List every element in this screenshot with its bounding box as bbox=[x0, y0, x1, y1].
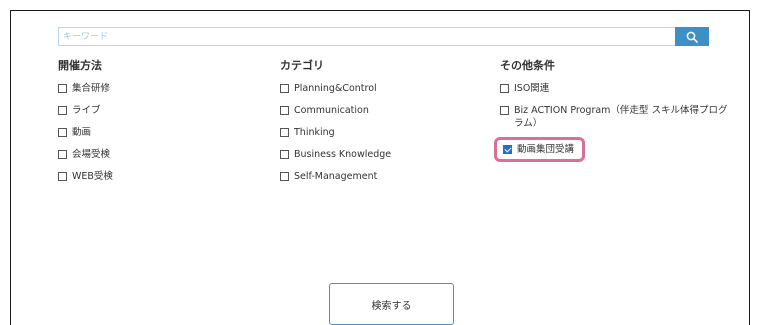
option-communication[interactable]: Communication bbox=[280, 104, 490, 117]
option-venue-exam[interactable]: 会場受検 bbox=[58, 148, 268, 161]
option-label: ISO関連 bbox=[514, 83, 550, 94]
checkbox[interactable] bbox=[500, 106, 509, 115]
search-button[interactable] bbox=[675, 27, 709, 46]
filter-column-other: その他条件 ISO関連 Biz ACTION Program（伴走型 スキル体得… bbox=[494, 58, 730, 171]
option-video[interactable]: 動画 bbox=[58, 126, 268, 139]
column-heading-format: 開催方法 bbox=[58, 59, 102, 72]
option-business-knowledge[interactable]: Business Knowledge bbox=[280, 148, 490, 161]
option-label: 集合研修 bbox=[72, 83, 111, 94]
option-iso[interactable]: ISO関連 bbox=[500, 82, 730, 95]
option-live[interactable]: ライブ bbox=[58, 104, 268, 117]
checkbox[interactable] bbox=[500, 84, 509, 93]
option-planning-control[interactable]: Planning&Control bbox=[280, 82, 490, 95]
checkbox[interactable] bbox=[58, 172, 67, 181]
option-label: Biz ACTION Program（伴走型 スキル体得プログラム） bbox=[514, 105, 728, 129]
keyword-search-input[interactable] bbox=[58, 27, 675, 46]
filter-column-category: カテゴリ Planning&Control Communication Thin… bbox=[280, 58, 490, 192]
option-label: Self-Management bbox=[294, 171, 378, 182]
option-video-group-viewing[interactable]: 動画集団受講 bbox=[494, 137, 586, 162]
option-thinking[interactable]: Thinking bbox=[280, 126, 490, 139]
option-label: WEB受検 bbox=[72, 171, 113, 182]
checkbox[interactable] bbox=[58, 84, 67, 93]
option-label: 動画 bbox=[72, 127, 92, 138]
checkbox[interactable] bbox=[280, 150, 289, 159]
checkbox[interactable] bbox=[58, 128, 67, 137]
checkbox[interactable] bbox=[58, 150, 67, 159]
option-label: 会場受検 bbox=[72, 149, 111, 160]
column-heading-category: カテゴリ bbox=[280, 59, 324, 72]
option-label: 動画集団受講 bbox=[517, 144, 575, 155]
option-label: ライブ bbox=[72, 105, 101, 116]
search-icon bbox=[686, 31, 698, 43]
option-web-exam[interactable]: WEB受検 bbox=[58, 170, 268, 183]
option-label: Communication bbox=[294, 105, 369, 116]
submit-search-button[interactable]: 検索する bbox=[329, 283, 454, 325]
filter-column-format: 開催方法 集合研修 ライブ 動画 会場受検 WEB受検 bbox=[58, 58, 268, 192]
checkbox[interactable] bbox=[280, 128, 289, 137]
checkbox[interactable] bbox=[280, 106, 289, 115]
checkbox[interactable] bbox=[280, 84, 289, 93]
column-heading-other: その他条件 bbox=[500, 59, 555, 72]
option-label: Planning&Control bbox=[294, 83, 377, 94]
option-label: Business Knowledge bbox=[294, 149, 392, 160]
search-bar bbox=[58, 27, 709, 46]
checkbox-checked[interactable] bbox=[503, 145, 512, 154]
option-group-training[interactable]: 集合研修 bbox=[58, 82, 268, 95]
checkbox[interactable] bbox=[58, 106, 67, 115]
option-self-management[interactable]: Self-Management bbox=[280, 170, 490, 183]
checkbox[interactable] bbox=[280, 172, 289, 181]
option-label: Thinking bbox=[294, 127, 335, 138]
option-biz-action-program[interactable]: Biz ACTION Program（伴走型 スキル体得プログラム） bbox=[500, 104, 730, 130]
